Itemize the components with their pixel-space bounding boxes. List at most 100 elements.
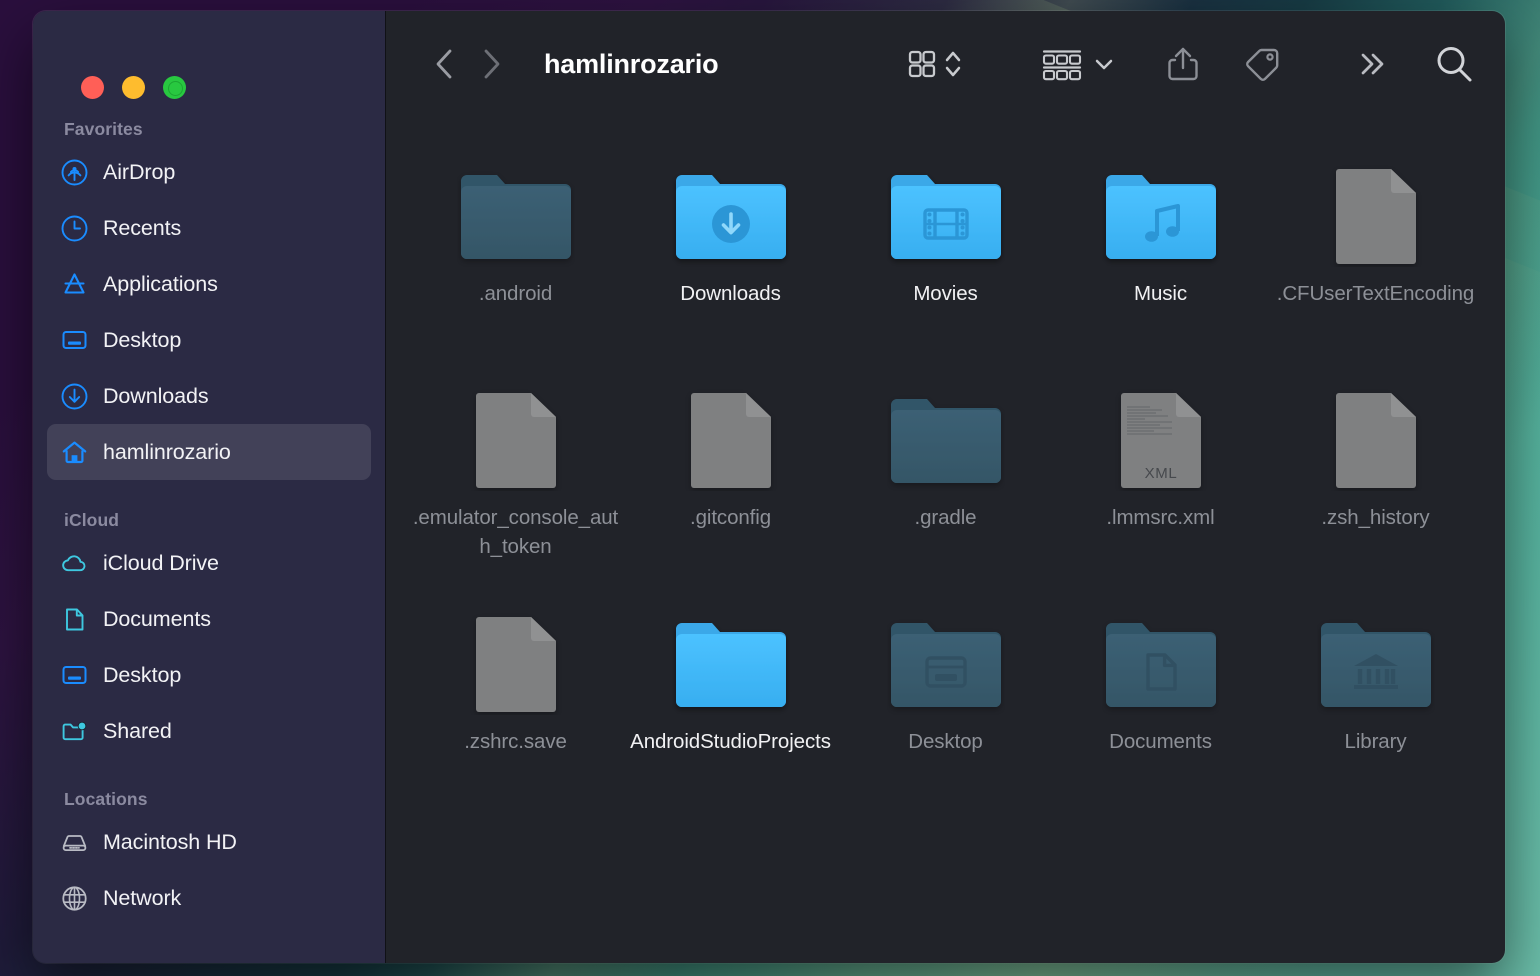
sidebar-item-label: AirDrop (103, 160, 175, 185)
sidebar-item-desktop[interactable]: Desktop (47, 647, 371, 703)
sidebar-item-label: Desktop (103, 328, 181, 353)
page-title: hamlinrozario (544, 49, 718, 80)
group-by-icon[interactable] (1041, 46, 1083, 82)
airdrop-icon (61, 159, 88, 186)
file-item[interactable]: Music (1053, 143, 1268, 367)
sidebar-item-label: Recents (103, 216, 181, 241)
desktop-icon (61, 327, 88, 354)
folder-desktop-icon (887, 597, 1005, 715)
chevron-up-down-icon[interactable] (943, 46, 963, 82)
sidebar-section-title: Favorites (47, 119, 371, 144)
folder-plain-icon (457, 149, 575, 267)
search-icon[interactable] (1433, 43, 1475, 85)
maximize-button[interactable] (163, 76, 186, 99)
finder-window: Favorites AirDrop Recents Applications D… (33, 11, 1505, 963)
file-label: .CFUserTextEncoding (1277, 279, 1475, 308)
file-label: .gradle (915, 503, 977, 532)
folder-movies-icon (887, 149, 1005, 267)
sidebar: Favorites AirDrop Recents Applications D… (33, 11, 385, 963)
sidebar-item-label: Documents (103, 607, 211, 632)
document-blank-icon (672, 373, 790, 491)
sidebar-item-icloud-drive[interactable]: iCloud Drive (47, 535, 371, 591)
back-button[interactable] (422, 41, 468, 87)
file-label: .lmmsrc.xml (1106, 503, 1214, 532)
file-label: .android (479, 279, 552, 308)
document-blank-icon (457, 373, 575, 491)
file-item[interactable]: Documents (1053, 591, 1268, 815)
applications-icon (61, 271, 88, 298)
folder-plain-icon (887, 373, 1005, 491)
close-button[interactable] (81, 76, 104, 99)
minimize-button[interactable] (122, 76, 145, 99)
file-label: Downloads (680, 279, 781, 308)
document-xml-icon: XML (1102, 373, 1220, 491)
file-label: .gitconfig (690, 503, 771, 532)
globe-icon (61, 885, 88, 912)
chevron-down-icon[interactable] (1093, 53, 1115, 75)
grid-view-icon[interactable] (905, 47, 939, 81)
document-blank-icon (1317, 149, 1435, 267)
document-icon (61, 606, 88, 633)
file-item[interactable]: .CFUserTextEncoding (1268, 143, 1483, 367)
sidebar-item-documents[interactable]: Documents (47, 591, 371, 647)
file-item[interactable]: .zsh_history (1268, 367, 1483, 591)
share-icon[interactable] (1165, 44, 1201, 84)
sidebar-item-hamlinrozario[interactable]: hamlinrozario (47, 424, 371, 480)
folder-plain-icon (672, 597, 790, 715)
folder-downloads-icon (672, 149, 790, 267)
file-label: AndroidStudioProjects (630, 727, 831, 756)
sidebar-item-label: Shared (103, 719, 172, 744)
sidebar-item-airdrop[interactable]: AirDrop (47, 144, 371, 200)
sidebar-item-network[interactable]: Network (47, 870, 371, 926)
shared-folder-icon (61, 718, 88, 745)
sidebar-item-label: Applications (103, 272, 218, 297)
file-item[interactable]: .android (408, 143, 623, 367)
view-options-group[interactable] (905, 46, 963, 82)
file-item[interactable]: Library (1268, 591, 1483, 815)
file-label: Library (1345, 727, 1407, 756)
file-label: Documents (1109, 727, 1212, 756)
file-item[interactable]: .emulator_console_auth_token (408, 367, 623, 591)
content-pane: hamlinrozario (385, 11, 1505, 963)
sidebar-item-macintosh-hd[interactable]: Macintosh HD (47, 814, 371, 870)
toolbar-actions (905, 43, 1475, 85)
file-label: .zshrc.save (464, 727, 567, 756)
svg-text:XML: XML (1144, 465, 1177, 482)
file-label: Movies (913, 279, 977, 308)
folder-documents-icon (1102, 597, 1220, 715)
sidebar-item-applications[interactable]: Applications (47, 256, 371, 312)
file-item[interactable]: .zshrc.save (408, 591, 623, 815)
file-item[interactable]: Movies (838, 143, 1053, 367)
sidebar-section-title: Locations (47, 789, 371, 814)
sidebar-item-desktop[interactable]: Desktop (47, 312, 371, 368)
home-icon (61, 439, 88, 466)
file-item[interactable]: XML .lmmsrc.xml (1053, 367, 1268, 591)
window-controls (33, 11, 385, 111)
file-item[interactable]: AndroidStudioProjects (623, 591, 838, 815)
file-item[interactable]: Downloads (623, 143, 838, 367)
harddisk-icon (61, 829, 88, 856)
tag-icon[interactable] (1243, 44, 1283, 84)
forward-button[interactable] (468, 41, 514, 87)
file-item[interactable]: .gitconfig (623, 367, 838, 591)
folder-library-icon (1317, 597, 1435, 715)
file-item[interactable]: Desktop (838, 591, 1053, 815)
file-item[interactable]: .gradle (838, 367, 1053, 591)
sidebar-item-label: Desktop (103, 663, 181, 688)
sidebar-section-title: iCloud (47, 510, 371, 535)
downloads-icon (61, 383, 88, 410)
file-grid[interactable]: .android Downloads (386, 117, 1505, 963)
folder-music-icon (1102, 149, 1220, 267)
sidebar-item-label: Macintosh HD (103, 830, 237, 855)
file-label: Desktop (908, 727, 983, 756)
sidebar-item-recents[interactable]: Recents (47, 200, 371, 256)
double-chevron-right-icon[interactable] (1355, 49, 1391, 79)
sidebar-item-label: iCloud Drive (103, 551, 219, 576)
toolbar: hamlinrozario (386, 11, 1505, 117)
sidebar-list[interactable]: Favorites AirDrop Recents Applications D… (33, 111, 385, 926)
file-label: Music (1134, 279, 1187, 308)
group-by-group[interactable] (1041, 46, 1115, 82)
sidebar-item-downloads[interactable]: Downloads (47, 368, 371, 424)
sidebar-item-shared[interactable]: Shared (47, 703, 371, 759)
desktop-icon (61, 662, 88, 689)
